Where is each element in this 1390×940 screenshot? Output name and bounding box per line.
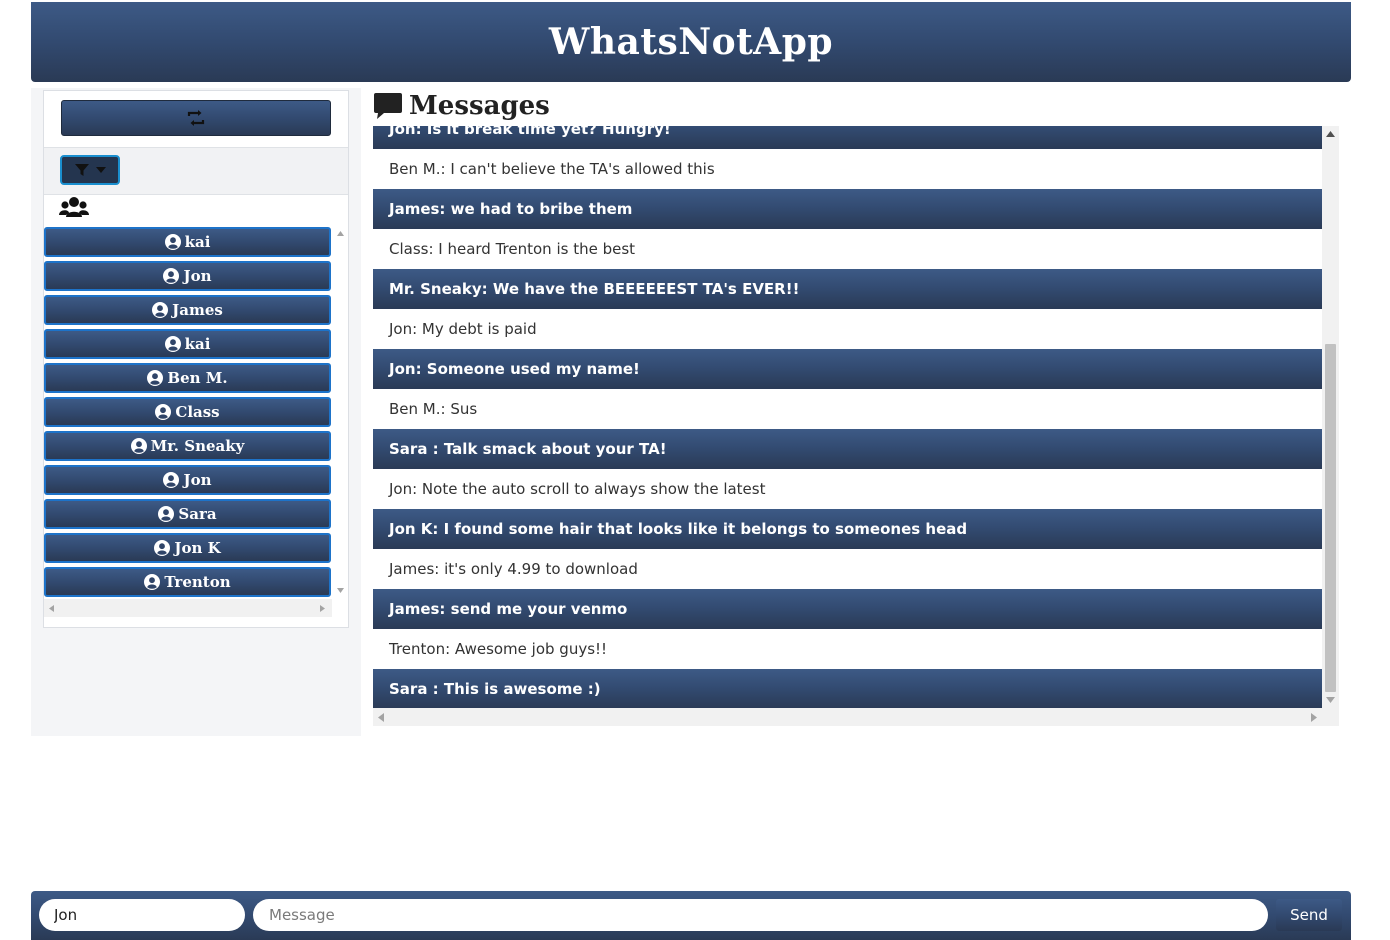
message-item: Jon: Is it break time yet? Hungry! xyxy=(373,126,1322,149)
retweet-icon xyxy=(187,110,205,126)
message-item: Ben M.: I can't believe the TA's allowed… xyxy=(373,149,1322,189)
user-button-label: Mr. Sneaky xyxy=(150,437,245,455)
message-vertical-scrollbar[interactable] xyxy=(1322,126,1339,708)
user-icon xyxy=(164,336,181,352)
filter-row xyxy=(44,147,348,195)
user-icon xyxy=(147,370,164,386)
message-horizontal-scrollbar[interactable] xyxy=(373,708,1339,726)
user-button[interactable]: Jon xyxy=(44,465,331,495)
user-icon xyxy=(152,302,169,318)
send-button[interactable]: Send xyxy=(1276,899,1342,931)
message-item: Jon K: I found some hair that looks like… xyxy=(373,509,1322,549)
message-scroll-thumb[interactable] xyxy=(1325,344,1336,692)
user-list-vertical-scrollbar[interactable] xyxy=(332,227,348,597)
message-item: Mr. Sneaky: We have the BEEEEEEST TA's E… xyxy=(373,269,1322,309)
user-button-label: Jon K xyxy=(174,539,221,557)
user-button-label: kai xyxy=(184,233,211,251)
sidebar: kai Jon James kai Ben M. Class Mr. Sneaky Jon Sa… xyxy=(31,88,361,736)
comment-icon xyxy=(374,93,402,119)
app-header: WhatsNotApp xyxy=(31,2,1351,82)
user-button[interactable]: Ben M. xyxy=(44,363,331,393)
message-item: James: we had to bribe them xyxy=(373,189,1322,229)
user-icon xyxy=(158,506,175,522)
sidebar-panel: kai Jon James kai Ben M. Class Mr. Sneaky Jon Sa… xyxy=(43,90,349,628)
filter-dropdown-button[interactable] xyxy=(60,155,120,185)
user-icon xyxy=(154,540,171,556)
message-item: Jon: Note the auto scroll to always show… xyxy=(373,469,1322,509)
user-button-label: Jon xyxy=(183,471,212,489)
composer-bar: Send xyxy=(31,891,1351,940)
message-item: Jon: Someone used my name! xyxy=(373,349,1322,389)
caret-down-icon xyxy=(96,167,106,173)
user-button[interactable]: kai xyxy=(44,227,331,257)
user-button[interactable]: Sara xyxy=(44,499,331,529)
message-item: Trenton: Awesome job guys!! xyxy=(373,629,1322,669)
users-icon xyxy=(59,197,89,217)
user-button-label: Ben M. xyxy=(167,369,228,387)
user-button-label: Class xyxy=(175,403,220,421)
user-list-horizontal-scrollbar[interactable] xyxy=(44,599,332,617)
user-button[interactable]: Class xyxy=(44,397,331,427)
messages-title: Messages xyxy=(409,91,550,121)
user-icon xyxy=(164,234,181,250)
message-item: James: it's only 4.99 to download xyxy=(373,549,1322,589)
scroll-left-icon[interactable] xyxy=(49,605,54,612)
message-item: Sara : Talk smack about your TA! xyxy=(373,429,1322,469)
user-icon xyxy=(155,404,172,420)
user-list[interactable]: kai Jon James kai Ben M. Class Mr. Sneaky Jon Sa… xyxy=(44,227,348,617)
user-icon xyxy=(163,268,180,284)
scroll-down-icon[interactable] xyxy=(337,588,344,593)
user-button[interactable]: Trenton xyxy=(44,567,331,597)
user-icon xyxy=(130,438,147,454)
user-button-label: James xyxy=(172,301,223,319)
message-input[interactable] xyxy=(253,899,1268,931)
message-item: Sara : This is awesome :) xyxy=(373,669,1322,708)
scroll-up-icon[interactable] xyxy=(1326,131,1335,137)
user-icon xyxy=(163,472,180,488)
user-button-label: kai xyxy=(184,335,211,353)
message-item: Ben M.: Sus xyxy=(373,389,1322,429)
app-title: WhatsNotApp xyxy=(548,21,834,63)
user-button[interactable]: Mr. Sneaky xyxy=(44,431,331,461)
user-button[interactable]: James xyxy=(44,295,331,325)
filter-icon xyxy=(75,164,89,176)
message-item: Class: I heard Trenton is the best xyxy=(373,229,1322,269)
user-button-label: Trenton xyxy=(164,573,231,591)
message-area: Jon: Is it break time yet? Hungry! Ben M.… xyxy=(373,126,1339,726)
messages-header: Messages xyxy=(373,88,550,124)
user-button[interactable]: Jon xyxy=(44,261,331,291)
user-icon xyxy=(144,574,161,590)
user-button-label: Jon xyxy=(183,267,212,285)
message-item: Jon: My debt is paid xyxy=(373,309,1322,349)
user-button[interactable]: kai xyxy=(44,329,331,359)
message-item: James: send me your venmo xyxy=(373,589,1322,629)
scroll-down-icon[interactable] xyxy=(1326,697,1335,703)
scroll-right-icon[interactable] xyxy=(1311,713,1317,722)
message-list: Jon: Is it break time yet? Hungry! Ben M.… xyxy=(373,126,1322,708)
name-input[interactable] xyxy=(39,899,245,931)
refresh-button[interactable] xyxy=(61,100,331,136)
scroll-up-icon[interactable] xyxy=(337,231,344,236)
user-button[interactable]: Jon K xyxy=(44,533,331,563)
scroll-right-icon[interactable] xyxy=(320,605,325,612)
scroll-left-icon[interactable] xyxy=(378,713,384,722)
user-button-label: Sara xyxy=(178,505,217,523)
